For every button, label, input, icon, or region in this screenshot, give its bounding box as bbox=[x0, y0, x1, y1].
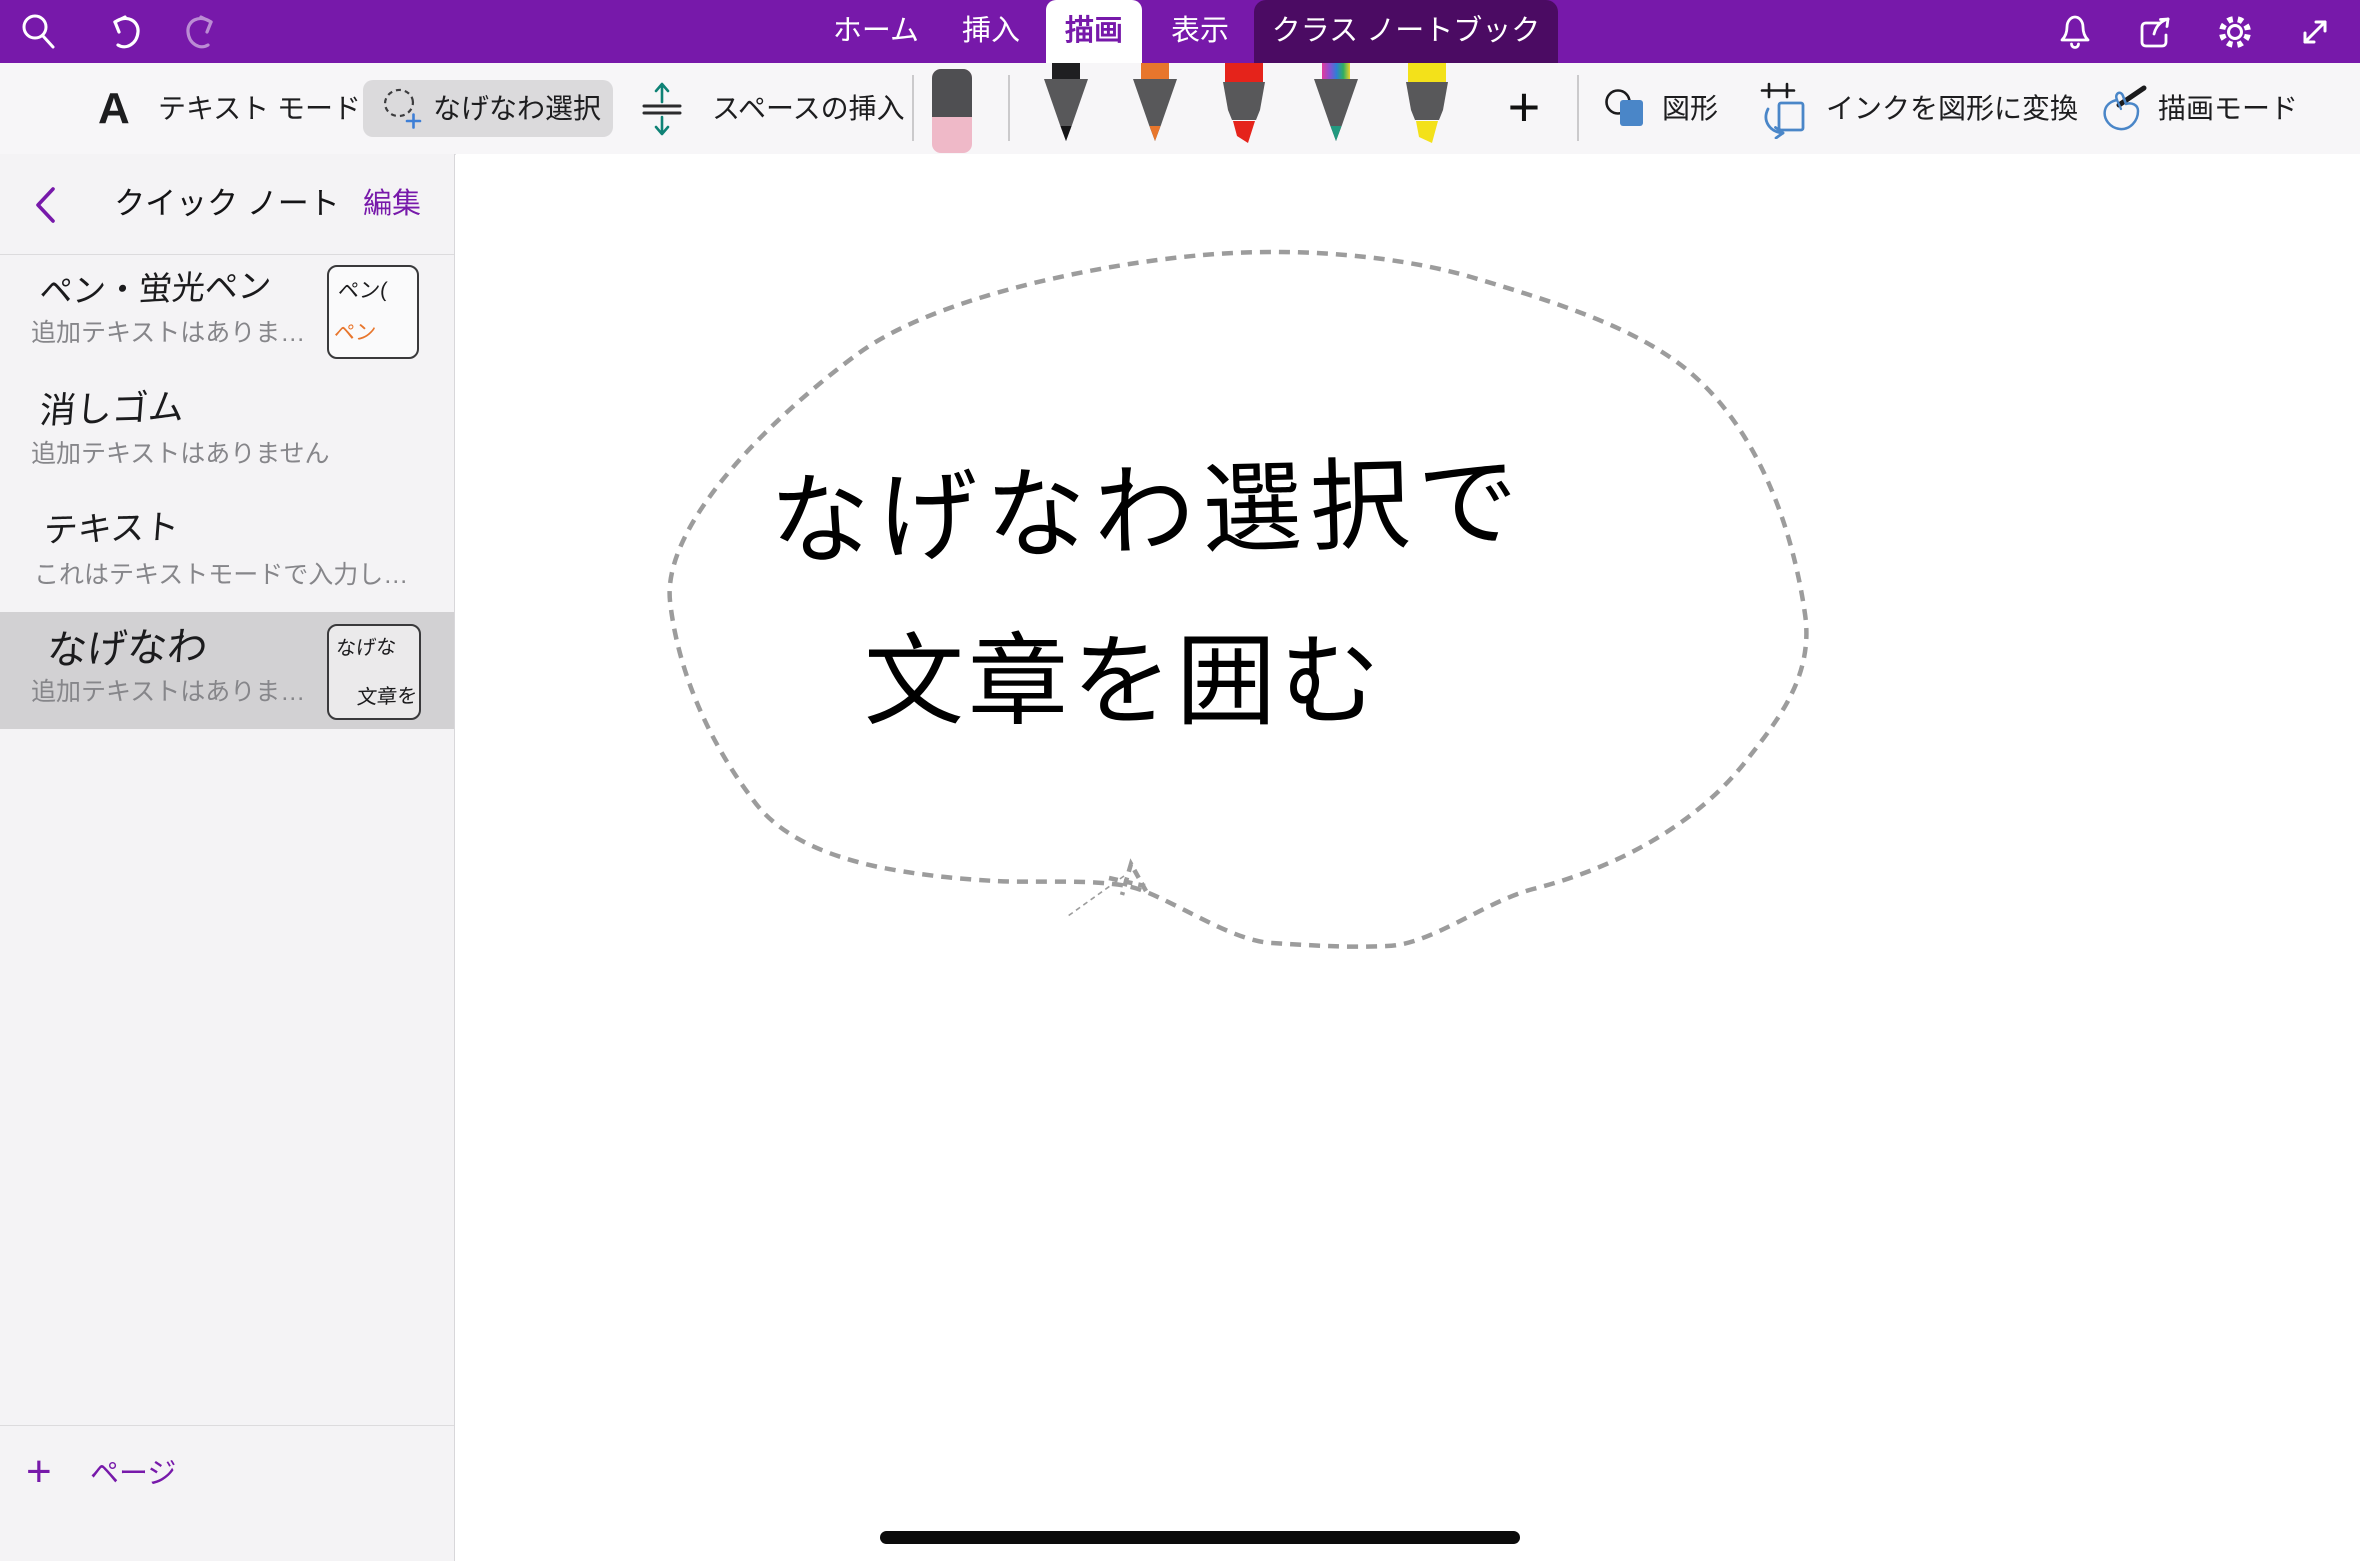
highlighter-yellow-tool[interactable] bbox=[1400, 63, 1454, 159]
page-item-lasso[interactable]: なげなわ 追加テキストはありま… なげな 文章を bbox=[0, 612, 454, 729]
page-item-eraser[interactable]: 消しゴム 追加テキストはありません bbox=[0, 378, 454, 491]
thumbnail-ink: ペン bbox=[333, 316, 377, 347]
tab-class-notebook[interactable]: クラス ノートブック bbox=[1254, 0, 1558, 63]
plus-icon: + bbox=[26, 1449, 52, 1499]
edit-button[interactable]: 編集 bbox=[363, 154, 421, 254]
lasso-select-label: なげなわ選択 bbox=[433, 80, 601, 137]
thumbnail-ink: ペン( bbox=[337, 274, 388, 305]
divider bbox=[1577, 75, 1579, 141]
divider bbox=[912, 75, 914, 141]
insert-space-icon[interactable] bbox=[638, 79, 686, 144]
page-title-ink: なげなわ bbox=[45, 614, 210, 676]
pen-rainbow-tool[interactable] bbox=[1309, 63, 1363, 159]
page-subtitle: 追加テキストはありません bbox=[31, 434, 330, 470]
handwritten-ink-line-1: なげなわ選択で bbox=[769, 446, 1528, 578]
page-list-sidebar: クイック ノート 編集 ペン・蛍光ペン 追加テキストはありま… ペン( ペン 消… bbox=[0, 154, 455, 1561]
redo-icon[interactable] bbox=[182, 11, 224, 53]
undo-icon[interactable] bbox=[102, 11, 144, 53]
page-subtitle: 追加テキストはありま… bbox=[31, 672, 305, 708]
thumbnail-ink: 文章を bbox=[356, 679, 418, 710]
draw-toolbar: A テキスト モード なげなわ選択 スペースの挿入 + 図形 インクを図形に変換 bbox=[0, 63, 2360, 155]
page-title-ink: テキスト bbox=[42, 499, 181, 552]
text-mode-button[interactable]: テキスト モード bbox=[158, 63, 361, 154]
ink-layer: なげなわ選択で 文章を囲む bbox=[456, 154, 2360, 1561]
shapes-button[interactable]: 図形 bbox=[1662, 63, 1718, 154]
pen-orange-tool[interactable] bbox=[1128, 63, 1182, 159]
page-item-text[interactable]: テキスト これはテキストモードで入力し… bbox=[0, 491, 454, 612]
page-title-ink: 消しゴム bbox=[38, 378, 186, 434]
eraser-tool[interactable] bbox=[930, 69, 974, 158]
page-thumbnail: ペン( ペン bbox=[327, 265, 419, 359]
thumbnail-ink: なげな bbox=[335, 630, 397, 661]
add-page-label: ページ bbox=[90, 1449, 176, 1499]
add-page-button[interactable]: + ページ bbox=[0, 1449, 454, 1499]
search-icon[interactable] bbox=[18, 11, 60, 53]
share-icon[interactable] bbox=[2134, 11, 2176, 53]
page-subtitle: これはテキストモードで入力し… bbox=[34, 555, 408, 591]
insert-space-button[interactable]: スペースの挿入 bbox=[712, 63, 905, 154]
text-mode-icon[interactable]: A bbox=[98, 63, 130, 154]
divider bbox=[0, 1425, 454, 1426]
page-thumbnail: なげな 文章を bbox=[327, 624, 421, 720]
tab-view[interactable]: 表示 bbox=[1158, 0, 1242, 63]
sidebar-header: クイック ノート 編集 bbox=[0, 154, 454, 254]
pen-black-tool[interactable] bbox=[1039, 63, 1093, 159]
bell-icon[interactable] bbox=[2054, 11, 2096, 53]
draw-mode-icon[interactable] bbox=[2092, 83, 2148, 142]
page-title-ink: ペン・蛍光ペン bbox=[38, 259, 273, 313]
divider bbox=[1008, 75, 1010, 141]
note-canvas[interactable]: なげなわ選択で 文章を囲む bbox=[456, 154, 2360, 1561]
lasso-select-button[interactable]: なげなわ選択 bbox=[363, 80, 613, 137]
lasso-icon bbox=[379, 86, 423, 137]
tab-draw[interactable]: 描画 bbox=[1046, 0, 1142, 63]
tab-insert[interactable]: 挿入 bbox=[950, 0, 1032, 63]
tab-home[interactable]: ホーム bbox=[820, 0, 932, 63]
ink-to-shape-icon[interactable] bbox=[1756, 81, 1810, 144]
page-subtitle: 追加テキストはありま… bbox=[31, 313, 305, 349]
ink-to-shape-button[interactable]: インクを図形に変換 bbox=[1826, 63, 2078, 154]
shapes-icon[interactable] bbox=[1602, 86, 1652, 137]
home-indicator[interactable] bbox=[880, 1531, 1520, 1544]
lasso-selection-outline bbox=[670, 252, 1807, 947]
gear-icon[interactable] bbox=[2214, 11, 2256, 53]
draw-mode-button[interactable]: 描画モード bbox=[2158, 63, 2298, 154]
marker-red-tool[interactable] bbox=[1217, 63, 1271, 159]
page-item-pen-highlighter[interactable]: ペン・蛍光ペン 追加テキストはありま… ペン( ペン bbox=[0, 255, 454, 378]
add-pen-button[interactable]: + bbox=[1494, 63, 1554, 154]
title-bar: ホーム 挿入 描画 表示 クラス ノートブック bbox=[0, 0, 2360, 63]
handwritten-ink-line-2: 文章を囲む bbox=[864, 626, 1384, 738]
expand-icon[interactable] bbox=[2294, 11, 2336, 53]
